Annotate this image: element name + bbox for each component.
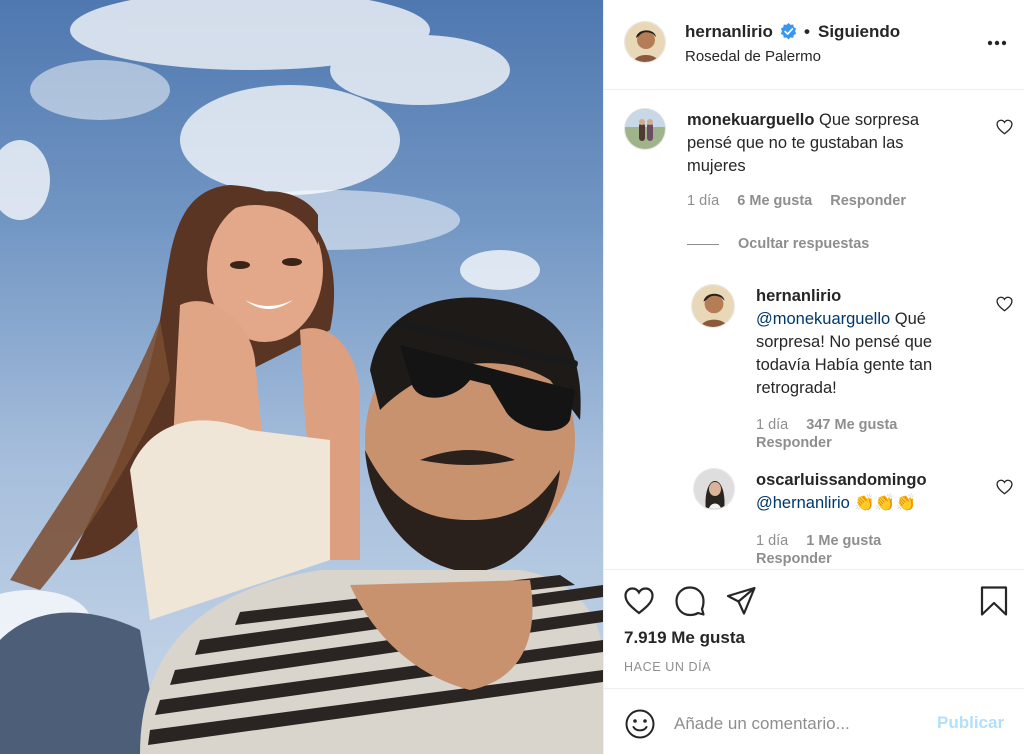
post-location-link[interactable]: Rosedal de Palermo — [685, 48, 821, 65]
share-icon[interactable] — [725, 585, 757, 617]
follow-status-button[interactable]: Siguiendo — [818, 22, 900, 42]
comment-input[interactable] — [674, 710, 914, 738]
post-header: hernanlirio • Siguiendo Rosedal de Paler… — [604, 0, 1024, 90]
reply-meta: 1 día 347 Me gusta Responder — [756, 416, 897, 452]
reply-username[interactable]: hernanlirio — [756, 287, 841, 305]
clapping-emoji: 👏👏👏 — [854, 494, 917, 512]
comment-like-heart-icon[interactable] — [996, 119, 1013, 135]
commenter-avatar[interactable] — [624, 108, 666, 150]
reply-mention-link[interactable]: @monekuarguello — [756, 310, 890, 328]
replies-divider-line — [687, 244, 719, 245]
reply-username[interactable]: oscarluissandomingo — [756, 471, 927, 489]
likes-count[interactable]: 7.919 Me gusta — [624, 628, 745, 648]
post-side-panel: hernanlirio • Siguiendo Rosedal de Paler… — [603, 0, 1024, 754]
reply-button[interactable]: Responder — [756, 435, 832, 451]
post-photo — [0, 0, 603, 754]
hide-replies-button[interactable]: Ocultar respuestas — [738, 236, 869, 252]
bookmark-icon[interactable] — [978, 585, 1010, 617]
post-actions: 7.919 Me gusta HACE UN DÍA — [604, 569, 1024, 687]
heart-icon[interactable] — [623, 585, 655, 617]
verified-badge-icon — [780, 23, 797, 40]
reply-text: hernanlirio @monekuarguello Qué sorpresa… — [756, 287, 933, 397]
reply-avatar[interactable] — [693, 468, 735, 510]
reply-likes-count[interactable]: 1 Me gusta — [806, 533, 881, 549]
reply-text: oscarluissandomingo @hernanlirio 👏👏👏 — [756, 469, 996, 515]
comment-text: monekuarguello Que sorpresa pensé que no… — [687, 111, 920, 175]
comments-list[interactable]: monekuarguello Que sorpresa pensé que no… — [604, 91, 1024, 569]
reply-like-heart-icon[interactable] — [996, 296, 1013, 312]
reply-mention-link[interactable]: @hernanlirio — [756, 494, 850, 512]
publish-button[interactable]: Publicar — [937, 713, 1004, 733]
comment-icon[interactable] — [674, 585, 706, 617]
emoji-icon[interactable] — [624, 708, 656, 740]
reply-age: 1 día — [756, 417, 789, 433]
comment-meta: 1 día 6 Me gusta Responder — [687, 193, 906, 209]
reply-age: 1 día — [756, 533, 789, 549]
reply-likes-count[interactable]: 347 Me gusta — [806, 417, 897, 433]
reply-meta: 1 día 1 Me gusta Responder — [756, 532, 881, 568]
comment-username[interactable]: monekuarguello — [687, 111, 814, 129]
more-options-icon[interactable] — [986, 37, 1008, 49]
reply-avatar[interactable] — [691, 284, 735, 328]
separator-dot: • — [804, 22, 810, 41]
reply-button[interactable]: Responder — [830, 193, 906, 209]
comment-likes-count[interactable]: 6 Me gusta — [737, 193, 812, 209]
author-username[interactable]: hernanlirio — [685, 22, 773, 42]
comment-age: 1 día — [687, 193, 720, 209]
reply-button[interactable]: Responder — [756, 551, 832, 567]
reply-like-heart-icon[interactable] — [996, 479, 1013, 495]
add-comment-bar: Publicar — [604, 688, 1024, 754]
post-timestamp[interactable]: HACE UN DÍA — [624, 660, 711, 674]
author-avatar[interactable] — [624, 21, 666, 63]
